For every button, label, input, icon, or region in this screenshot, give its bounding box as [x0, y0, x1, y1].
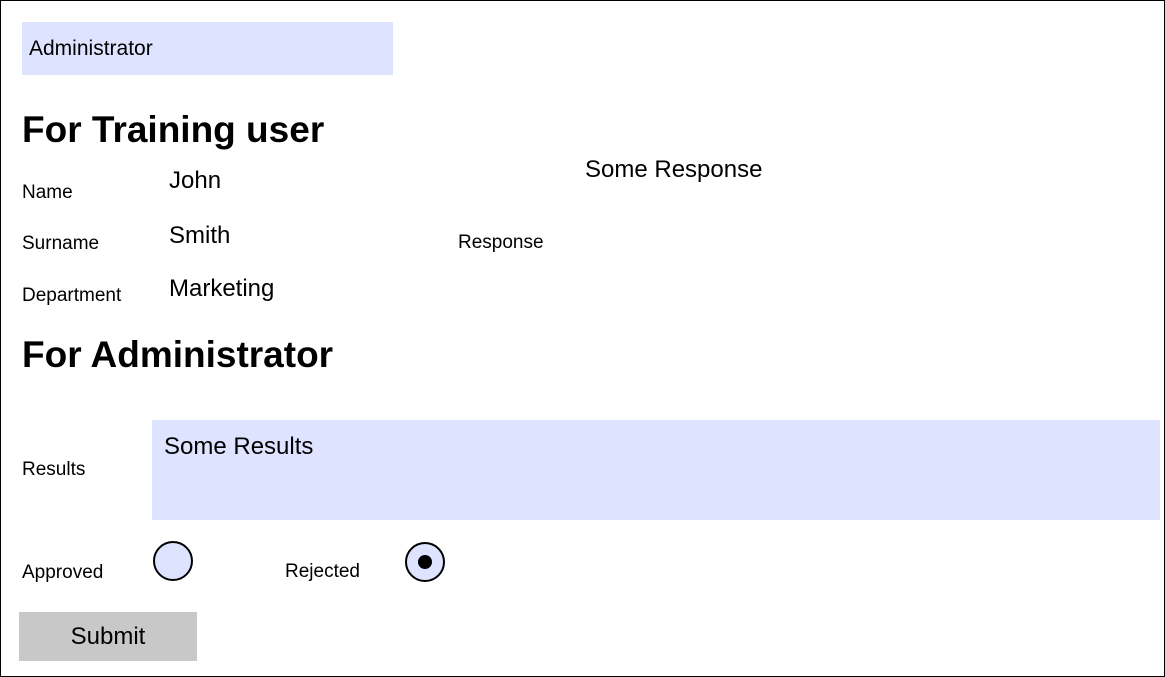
- results-textarea[interactable]: Some Results: [152, 420, 1160, 520]
- role-select[interactable]: Administrator: [22, 22, 393, 75]
- approved-label: Approved: [22, 562, 104, 583]
- rejected-radio-selected-dot: [418, 555, 432, 569]
- surname-label: Surname: [22, 233, 100, 254]
- response-label: Response: [458, 232, 544, 253]
- submit-button[interactable]: Submit: [19, 612, 197, 661]
- department-label: Department: [22, 285, 122, 306]
- training-user-heading: For Training user: [22, 109, 325, 150]
- results-text: Some Results: [164, 433, 314, 460]
- rejected-radio[interactable]: [405, 542, 445, 582]
- department-value: Marketing: [169, 275, 275, 302]
- name-label: Name: [22, 182, 73, 203]
- name-value: John: [169, 167, 222, 194]
- approved-radio[interactable]: [153, 541, 193, 581]
- administrator-heading: For Administrator: [22, 334, 334, 375]
- role-select-value: Administrator: [29, 37, 153, 60]
- response-value: Some Response: [585, 156, 763, 183]
- surname-value: Smith: [169, 222, 231, 249]
- rejected-label: Rejected: [285, 561, 360, 582]
- results-label: Results: [22, 459, 86, 480]
